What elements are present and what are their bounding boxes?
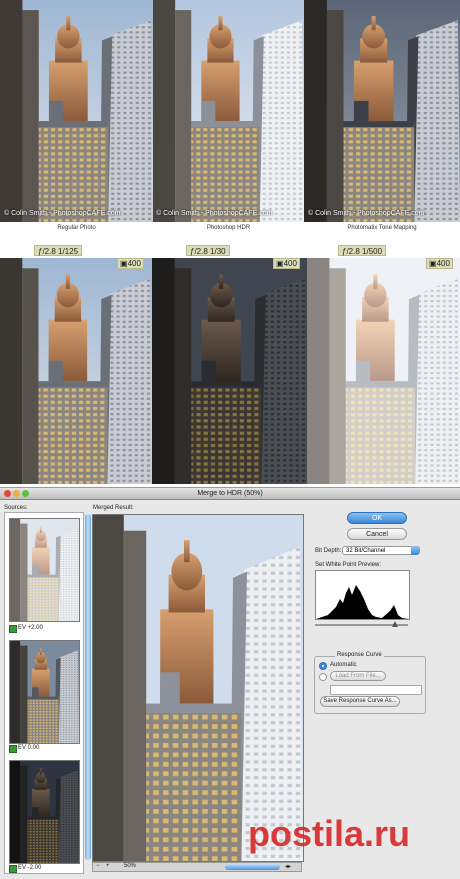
source-checkbox-3[interactable]: [9, 865, 17, 873]
scroll-arrows-icon[interactable]: ◂▸: [285, 863, 291, 870]
source-checkbox-2[interactable]: [9, 745, 17, 753]
watermark: © Colin Smith - PhotoshopCAFE.com: [4, 210, 121, 217]
source-ev-label-1: EV +2.00: [18, 625, 43, 631]
iso-value-1: 400: [127, 259, 141, 268]
horizontal-scrollbar[interactable]: [225, 864, 280, 870]
white-point-slider-thumb[interactable]: [392, 621, 398, 627]
postila-logo: postila.ru: [246, 796, 460, 860]
iso-badge-3: ▣400: [426, 258, 453, 269]
caption-photomatix: Photomatix Tone Mapping: [347, 225, 417, 231]
automatic-radio[interactable]: [319, 662, 327, 670]
iso-badge-1: ▣400: [117, 258, 144, 269]
iso-badge-2: ▣400: [273, 258, 300, 269]
sources-label: Sources:: [4, 505, 28, 511]
response-curve-label: Response Curve: [335, 652, 384, 658]
bit-depth-select[interactable]: 32 Bit/Channel: [342, 546, 420, 555]
bit-depth-label: Bit Depth:: [315, 548, 342, 554]
logo-text: postila.ru: [248, 813, 410, 854]
merged-scrollbar[interactable]: [85, 514, 91, 860]
zoom-icon[interactable]: [22, 490, 29, 497]
load-from-file-radio[interactable]: [319, 673, 327, 681]
iso-icon: ▣: [429, 259, 437, 268]
iso-icon: ▣: [276, 259, 284, 268]
close-icon[interactable]: [4, 490, 11, 497]
watermark: © Colin Smith - PhotoshopCAFE.com: [308, 210, 425, 217]
exposure-photo-dark: [152, 258, 307, 484]
exposure-photo-normal: [0, 258, 152, 484]
load-from-file-button[interactable]: Load From File...: [330, 671, 386, 681]
iso-value-3: 400: [436, 259, 450, 268]
exposure-label-2: ƒ/2.8 1/30: [186, 245, 230, 256]
photomatix-tone-mapping-photo: [304, 0, 460, 222]
source-ev-label-2: EV 0.00: [18, 745, 40, 751]
zoom-level: 50%: [124, 863, 137, 869]
exposure-photo-bright: [307, 258, 460, 484]
white-point-label: Set White Point Preview:: [315, 562, 382, 568]
dialog-titlebar: Merge to HDR (50%): [0, 488, 460, 500]
source-thumb-ev-0[interactable]: [9, 640, 80, 744]
caption-regular-photo: Regular Photo: [57, 225, 96, 231]
source-thumb-ev-minus2[interactable]: [9, 760, 80, 864]
merged-result-label: Merged Result:: [93, 505, 134, 511]
iso-icon: ▣: [120, 259, 128, 268]
source-thumb-ev-plus2[interactable]: [9, 518, 80, 622]
photoshop-hdr-photo: [153, 0, 304, 222]
bit-depth-value: 32 Bit/Channel: [346, 548, 386, 554]
dialog-title: Merge to HDR (50%): [197, 490, 263, 497]
save-response-curve-button[interactable]: Save Response Curve As...: [320, 696, 400, 707]
source-checkbox-1[interactable]: [9, 625, 17, 633]
dropdown-arrow-icon: [411, 546, 419, 555]
ok-button[interactable]: OK: [347, 512, 407, 524]
exposure-label-3: ƒ/2.8 1/500: [338, 245, 387, 256]
histogram-shape: [316, 585, 409, 619]
zoom-out-icon[interactable]: −: [96, 863, 100, 869]
merge-to-hdr-dialog: Merge to HDR (50%) Sources: EV +2.00 EV …: [0, 487, 460, 879]
watermark: © Colin Smith - PhotoshopCAFE.com: [156, 210, 273, 217]
zoom-in-icon[interactable]: +: [106, 863, 110, 869]
iso-value-2: 400: [283, 259, 297, 268]
minimize-icon[interactable]: [13, 490, 20, 497]
source-ev-label-3: EV -2.00: [18, 865, 42, 871]
regular-photo: [0, 0, 153, 222]
cancel-button[interactable]: Cancel: [347, 528, 407, 540]
file-path-field[interactable]: [330, 685, 422, 695]
histogram: [315, 570, 410, 620]
caption-photoshop-hdr: Photoshop HDR: [206, 225, 251, 231]
exposure-label-1: ƒ/2.8 1/125: [34, 245, 83, 256]
automatic-label: Automatic: [330, 662, 357, 668]
